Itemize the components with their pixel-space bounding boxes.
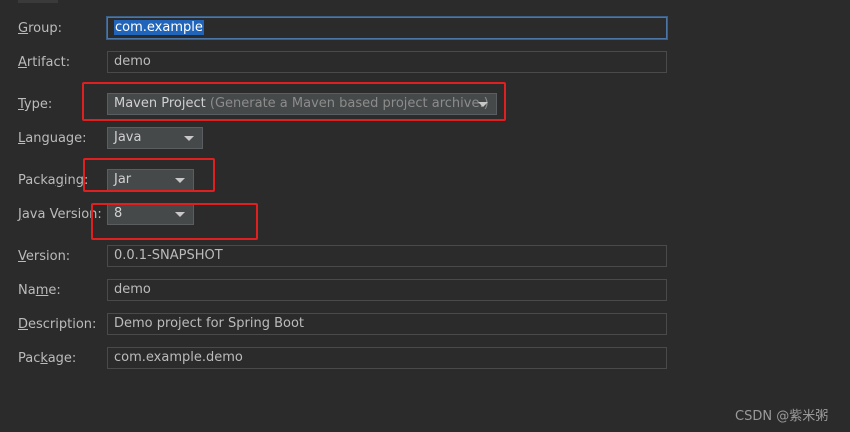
highlight-packaging [83, 158, 215, 192]
version-field[interactable]: 0.0.1-SNAPSHOT [107, 245, 667, 267]
group-value: com.example [114, 20, 204, 35]
top-strip-mark [18, 0, 58, 3]
package-value: com.example.demo [114, 350, 243, 365]
description-label-text: escription: [28, 317, 97, 332]
dialog-top-strip [0, 0, 850, 6]
packaging-label: Packaging: [18, 173, 88, 188]
name-label-text: e: [48, 283, 61, 298]
language-dropdown[interactable]: Java [107, 127, 203, 149]
description-label: Description: [18, 317, 96, 332]
name-label: Name: [18, 283, 61, 298]
description-value: Demo project for Spring Boot [114, 316, 305, 331]
version-label-text: ersion: [25, 249, 71, 264]
highlight-java-version [91, 203, 258, 240]
package-label: Package: [18, 351, 76, 366]
description-field[interactable]: Demo project for Spring Boot [107, 313, 667, 335]
name-label-pre: Na [18, 283, 36, 298]
package-label-mnemonic: k [40, 351, 48, 366]
name-value: demo [114, 282, 151, 297]
package-label-pre: Pac [18, 351, 41, 366]
artifact-field[interactable]: demo [107, 51, 667, 73]
language-label-text: anguage: [25, 131, 87, 146]
chevron-down-icon [184, 136, 194, 141]
language-label: Language: [18, 131, 87, 146]
type-label: Type: [18, 97, 52, 112]
highlight-type [82, 82, 506, 121]
group-field[interactable]: com.example [107, 17, 667, 39]
group-label: Group: [18, 21, 62, 36]
artifact-label-mnemonic: A [18, 55, 27, 70]
java-version-label: Java Version: [18, 207, 102, 222]
artifact-value: demo [114, 54, 151, 69]
artifact-label-text: rtifact: [26, 55, 71, 70]
group-label-mnemonic: G [18, 21, 29, 36]
name-field[interactable]: demo [107, 279, 667, 301]
watermark: CSDN @紫米粥 [735, 409, 829, 424]
description-label-mnemonic: D [18, 317, 29, 332]
language-value: Java [114, 130, 142, 145]
version-value: 0.0.1-SNAPSHOT [114, 248, 223, 263]
name-label-mnemonic: m [35, 283, 49, 298]
type-label-text: ype: [23, 97, 53, 112]
packaging-label-pre: Packa [18, 173, 56, 188]
java-version-label-text: ava Version: [21, 207, 102, 222]
version-label-mnemonic: V [18, 249, 26, 264]
group-label-text: roup: [28, 21, 62, 36]
packaging-label-mnemonic: g [55, 173, 64, 188]
package-label-text: age: [47, 351, 77, 366]
package-field[interactable]: com.example.demo [107, 347, 667, 369]
artifact-label: Artifact: [18, 55, 70, 70]
version-label: Version: [18, 249, 70, 264]
